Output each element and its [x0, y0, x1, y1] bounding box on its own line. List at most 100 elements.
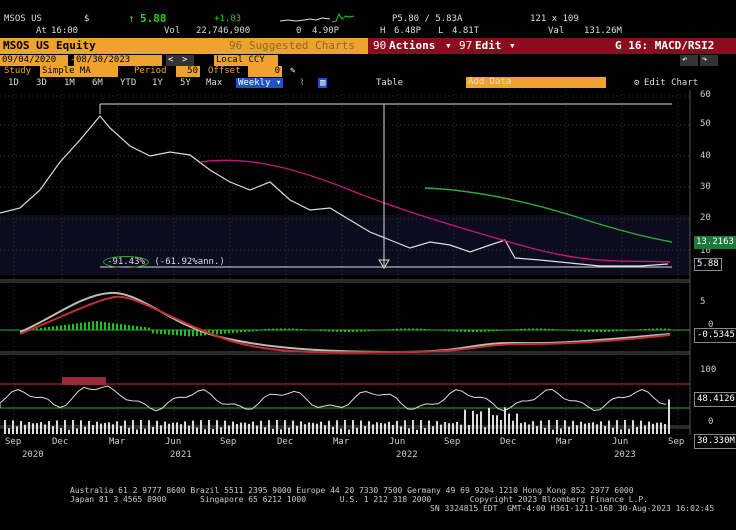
volume-bar: [260, 420, 262, 434]
macd-bar: [664, 328, 666, 331]
macd-bar: [52, 326, 54, 331]
chart-area[interactable]: [0, 90, 736, 450]
range-5y[interactable]: 5Y: [180, 78, 191, 88]
macd-bar: [424, 328, 426, 331]
macd-bar: [412, 328, 414, 331]
price-tick-30: 30: [700, 182, 711, 192]
macd-bar: [144, 327, 146, 331]
macd-bar: [400, 328, 402, 331]
volume-bar: [132, 420, 134, 434]
val-value: 131.26M: [584, 26, 622, 36]
macd-bar: [632, 329, 634, 331]
macd-series: [0, 291, 690, 354]
macd-bar: [4, 330, 6, 331]
volume-bar: [648, 421, 650, 434]
macd-bar: [460, 330, 462, 332]
macd-bar: [312, 329, 314, 331]
actions-menu[interactable]: Actions: [386, 38, 438, 54]
table-button[interactable]: Table: [376, 78, 403, 88]
volume-bar: [104, 422, 106, 434]
macd-bar: [568, 330, 570, 331]
range-3d[interactable]: 3D: [36, 78, 47, 88]
volume-bar: [620, 429, 622, 434]
range-ytd[interactable]: YTD: [120, 78, 136, 88]
security-name[interactable]: MSOS US Equity: [0, 38, 99, 54]
offset-label: Offset: [208, 66, 241, 76]
macd-bar: [444, 330, 446, 331]
gear-icon[interactable]: ⚙: [634, 78, 639, 88]
macd-bar: [668, 328, 670, 331]
range-6m[interactable]: 6M: [92, 78, 103, 88]
macd-bar: [612, 330, 614, 332]
period-field[interactable]: 50: [176, 66, 200, 77]
undo-icon[interactable]: ↶: [680, 55, 698, 66]
ma-value-tag: 13.2163: [694, 236, 736, 249]
macd-bar: [608, 330, 610, 332]
start-date-field[interactable]: 09/04/2020: [0, 55, 68, 66]
line-chart-icon[interactable]: ⌇: [300, 78, 304, 88]
macd-bar: [476, 330, 478, 332]
at-label: At: [36, 26, 47, 36]
prev-arrow-icon[interactable]: <: [166, 55, 180, 66]
x-tick: Dec: [277, 437, 294, 447]
macd-bar: [296, 328, 298, 331]
study-field[interactable]: Simple MA: [40, 66, 118, 77]
offset-field[interactable]: 0: [248, 66, 282, 77]
bar-chart-icon[interactable]: ▥: [318, 78, 328, 88]
volume-bar: [592, 422, 594, 434]
footer-line: Australia 61 2 9777 8600 Brazil 5511 239…: [70, 486, 634, 495]
volume-bar: [140, 420, 142, 434]
macd-bar: [552, 329, 554, 331]
x-tick: Sep: [444, 437, 461, 447]
volume-bar: [188, 425, 190, 434]
pencil-icon[interactable]: ✎: [288, 66, 297, 77]
edit-menu[interactable]: Edit: [472, 38, 505, 54]
volume-bar: [232, 421, 234, 434]
macd-bar: [456, 330, 458, 332]
volume-bar: [556, 420, 558, 434]
macd-bar: [224, 330, 226, 334]
macd-bar: [364, 330, 366, 332]
ticker-symbol[interactable]: MSOS US: [4, 14, 42, 24]
volume-bar: [448, 423, 450, 434]
next-arrow-icon[interactable]: >: [180, 55, 194, 66]
macd-bar: [464, 330, 466, 332]
frequency-select[interactable]: Weekly ▾: [236, 78, 284, 88]
range-max[interactable]: Max: [206, 78, 222, 88]
volume-bar: [560, 428, 562, 434]
macd-bar: [488, 330, 490, 332]
volume-bar: [40, 422, 42, 434]
volume-bar: [388, 421, 390, 434]
return-ann: (-61.92%ann.): [154, 257, 225, 267]
volume-bar: [216, 420, 218, 434]
volume-bar: [504, 407, 506, 434]
edit-chart-button[interactable]: Edit Chart: [644, 78, 698, 88]
volume-bar: [476, 414, 478, 434]
currency-symbol: $: [84, 14, 90, 24]
volume-bar: [368, 421, 370, 434]
low-value: 4.81T: [452, 26, 480, 36]
currency-field[interactable]: Local CCY: [214, 55, 278, 66]
chevron-down-icon[interactable]: ▾: [442, 38, 455, 54]
bid-ask: P5.80 / 5.83A: [392, 14, 463, 24]
function-title: G 16: MACD/RSI2: [615, 39, 715, 52]
price-tick-60: 60: [700, 90, 711, 100]
range-1m[interactable]: 1M: [64, 78, 75, 88]
macd-bar: [420, 328, 422, 331]
suggested-charts-button[interactable]: 96 Suggested Charts: [226, 38, 358, 54]
range-1d[interactable]: 1D: [8, 78, 19, 88]
macd-bar: [524, 328, 526, 331]
range-1y[interactable]: 1Y: [152, 78, 163, 88]
add-data-field[interactable]: Add Data: [466, 77, 606, 88]
volume-bar: [208, 420, 210, 434]
volume-bar: [604, 425, 606, 434]
macd-bar: [316, 330, 318, 331]
macd-bar: [216, 330, 218, 335]
end-date-field[interactable]: 08/30/2023: [74, 55, 162, 66]
macd-bar: [248, 330, 250, 332]
redo-icon[interactable]: ↷: [700, 55, 718, 66]
volume-bar: [124, 420, 126, 434]
chevron-down-icon[interactable]: ▾: [506, 38, 519, 54]
last-price-tag: 5.88: [694, 258, 722, 271]
volume-bar: [184, 421, 186, 434]
